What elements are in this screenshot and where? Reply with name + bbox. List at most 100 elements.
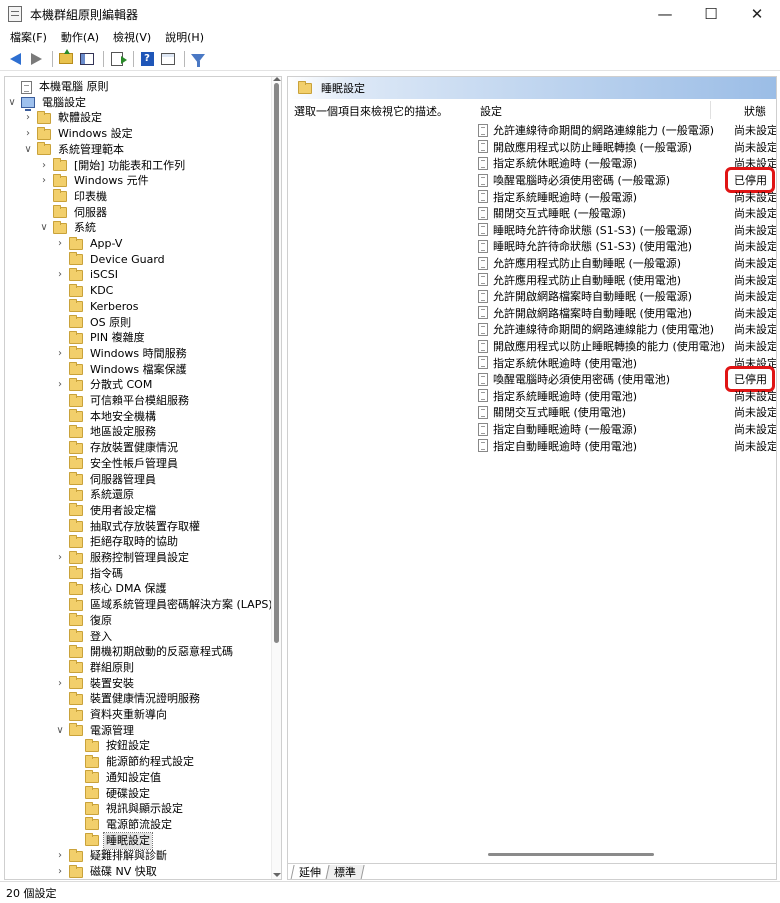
tree-item[interactable]: 本機電腦 原則 xyxy=(7,79,111,95)
minimize-button[interactable]: — xyxy=(642,0,688,28)
expand-chevron-icon[interactable]: › xyxy=(55,236,65,252)
tab-extended[interactable]: 延伸 xyxy=(290,865,330,879)
tree-item[interactable]: › 分散式 COM xyxy=(55,377,154,393)
menu-help[interactable]: 說明(H) xyxy=(161,29,208,45)
tree-item[interactable]: 拒絕存取時的協助 xyxy=(55,534,180,550)
tree-item[interactable]: 存放裝置健康情況 xyxy=(55,440,180,456)
policy-row[interactable]: 開啟應用程式以防止睡眠轉換 (一般電源) 尚未設定 xyxy=(478,139,776,156)
policy-row[interactable]: 指定系統睡眠逾時 (使用電池) 尚未設定 xyxy=(478,388,776,405)
tree-item[interactable]: 核心 DMA 保護 xyxy=(55,581,168,597)
tree-item[interactable]: 裝置健康情況證明服務 xyxy=(55,691,202,707)
policy-row[interactable]: 指定系統休眠逾時 (一般電源) 尚未設定 xyxy=(478,155,776,172)
tree-item[interactable]: 本地安全機構 xyxy=(55,409,158,425)
tree-item[interactable]: 安全性帳戶管理員 xyxy=(55,456,180,472)
policy-row[interactable]: 允許開啟網路檔案時自動睡眠 (一般電源) 尚未設定 xyxy=(478,288,776,305)
tree-item[interactable]: 可信賴平台模組服務 xyxy=(55,393,191,409)
scroll-down-icon[interactable] xyxy=(273,873,281,877)
filter-button[interactable] xyxy=(189,50,207,68)
tree-item[interactable]: 硬碟設定 xyxy=(71,786,152,802)
menu-file[interactable]: 檔案(F) xyxy=(6,29,51,45)
expand-chevron-icon[interactable]: › xyxy=(55,377,65,393)
tree-item[interactable]: Device Guard xyxy=(55,252,167,268)
tree-item[interactable]: 區域系統管理員密碼解決方案 (LAPS) xyxy=(55,597,275,613)
tree-item[interactable]: 通知設定值 xyxy=(71,770,163,786)
collapse-chevron-icon[interactable]: ∨ xyxy=(39,220,49,236)
expand-chevron-icon[interactable]: › xyxy=(55,864,65,879)
policy-row[interactable]: 喚醒電腦時必須使用密碼 (一般電源) 已停用 xyxy=(478,172,776,189)
tree-item[interactable]: 登入 xyxy=(55,629,114,645)
tree-vertical-scrollbar[interactable] xyxy=(271,77,281,879)
back-button[interactable] xyxy=(6,50,24,68)
tree-item[interactable]: 地區設定服務 xyxy=(55,424,158,440)
tree-item[interactable]: › App-V xyxy=(55,236,124,252)
tree-item[interactable]: 指令碼 xyxy=(55,566,125,582)
up-one-level-button[interactable] xyxy=(57,49,75,68)
scrollbar-thumb[interactable] xyxy=(274,83,279,643)
tree-item[interactable]: 電源節流設定 xyxy=(71,817,174,833)
menu-action[interactable]: 動作(A) xyxy=(57,29,103,45)
tree-item[interactable]: PIN 複雜度 xyxy=(55,330,147,346)
tree-item[interactable]: 群組原則 xyxy=(55,660,136,676)
policy-row[interactable]: 睡眠時允許待命狀態 (S1-S3) (一般電源) 尚未設定 xyxy=(478,222,776,239)
collapse-chevron-icon[interactable]: ∨ xyxy=(7,95,17,111)
expand-chevron-icon[interactable]: › xyxy=(23,126,33,142)
expand-chevron-icon[interactable]: › xyxy=(55,550,65,566)
policy-row[interactable]: 允許開啟網路檔案時自動睡眠 (使用電池) 尚未設定 xyxy=(478,305,776,322)
tree-item[interactable]: 睡眠設定 xyxy=(71,831,153,850)
policy-row[interactable]: 關閉交互式睡眠 (一般電源) 尚未設定 xyxy=(478,205,776,222)
tree-item[interactable]: 開機初期啟動的反惡意程式碼 xyxy=(55,644,235,660)
tree-item[interactable]: 抽取式存放裝置存取權 xyxy=(55,519,202,535)
tree-item[interactable]: Kerberos xyxy=(55,299,140,315)
policy-row[interactable]: 指定系統休眠逾時 (使用電池) 尚未設定 xyxy=(478,354,776,371)
tree-item[interactable]: 伺服器 xyxy=(39,205,109,221)
expand-chevron-icon[interactable]: › xyxy=(39,158,49,174)
close-button[interactable]: ✕ xyxy=(734,0,780,28)
tree-item[interactable]: ∨ 電腦設定 xyxy=(7,95,88,112)
policy-row[interactable]: 允許應用程式防止自動睡眠 (使用電池) 尚未設定 xyxy=(478,271,776,288)
expand-chevron-icon[interactable]: › xyxy=(55,267,65,283)
policy-row[interactable]: 指定自動睡眠逾時 (一般電源) 尚未設定 xyxy=(478,421,776,438)
column-header-state[interactable]: 狀態 xyxy=(744,103,766,119)
forward-button[interactable] xyxy=(27,50,45,68)
tree-item[interactable]: 視訊與顯示設定 xyxy=(71,801,185,817)
expand-chevron-icon[interactable]: › xyxy=(39,173,49,189)
tree-item[interactable]: 按鈕設定 xyxy=(71,738,152,754)
collapse-chevron-icon[interactable]: ∨ xyxy=(55,723,65,739)
tree-item[interactable]: ∨ 系統 xyxy=(39,220,98,236)
tree-item[interactable]: › 裝置安裝 xyxy=(55,676,136,692)
expand-chevron-icon[interactable]: › xyxy=(23,110,33,126)
policy-row[interactable]: 睡眠時允許待命狀態 (S1-S3) (使用電池) 尚未設定 xyxy=(478,238,776,255)
policy-row[interactable]: 喚醒電腦時必須使用密碼 (使用電池) 已停用 xyxy=(478,371,776,388)
tree-item[interactable]: › 磁碟 NV 快取 xyxy=(55,864,159,879)
policy-row[interactable]: 指定系統睡眠逾時 (一般電源) 尚未設定 xyxy=(478,188,776,205)
tree-item[interactable]: › [開始] 功能表和工作列 xyxy=(39,158,187,174)
column-header-setting[interactable]: 設定 xyxy=(480,103,502,119)
properties-button[interactable] xyxy=(159,50,177,68)
tree-item[interactable]: 資料夾重新導向 xyxy=(55,707,169,723)
tree-item[interactable]: › Windows 時間服務 xyxy=(55,346,189,362)
tree-item[interactable]: OS 原則 xyxy=(55,315,133,331)
column-separator[interactable] xyxy=(710,101,711,119)
tree-item[interactable]: 能源節約程式設定 xyxy=(71,754,196,770)
expand-chevron-icon[interactable]: › xyxy=(55,848,65,864)
export-list-button[interactable] xyxy=(108,50,127,68)
tree-item[interactable]: ∨ 系統管理範本 xyxy=(23,142,126,158)
tree-item[interactable]: › Windows 設定 xyxy=(23,126,135,142)
tree-item[interactable]: 系統還原 xyxy=(55,487,136,503)
policy-row[interactable]: 允許應用程式防止自動睡眠 (一般電源) 尚未設定 xyxy=(478,255,776,272)
tree-item[interactable]: KDC xyxy=(55,283,115,299)
tree-item[interactable]: › 疑難排解與診斷 xyxy=(55,848,169,864)
scroll-up-icon[interactable] xyxy=(273,77,281,81)
horizontal-scrollbar[interactable] xyxy=(488,853,654,856)
policy-row[interactable]: 指定自動睡眠逾時 (使用電池) 尚未設定 xyxy=(478,437,776,454)
policy-row[interactable]: 允許連線待命期間的網路連線能力 (使用電池) 尚未設定 xyxy=(478,321,776,338)
collapse-chevron-icon[interactable]: ∨ xyxy=(23,142,33,158)
tab-standard[interactable]: 標準 xyxy=(325,865,365,879)
tree-item[interactable]: 使用者設定檔 xyxy=(55,503,158,519)
tree-item[interactable]: ∨ 電源管理 xyxy=(55,723,136,739)
policy-row[interactable]: 關閉交互式睡眠 (使用電池) 尚未設定 xyxy=(478,404,776,421)
tree-item[interactable]: › 軟體設定 xyxy=(23,110,104,126)
help-button[interactable]: ? xyxy=(138,50,156,68)
tree-item[interactable]: 印表機 xyxy=(39,189,109,205)
tree-item[interactable]: › iSCSI xyxy=(55,267,120,283)
